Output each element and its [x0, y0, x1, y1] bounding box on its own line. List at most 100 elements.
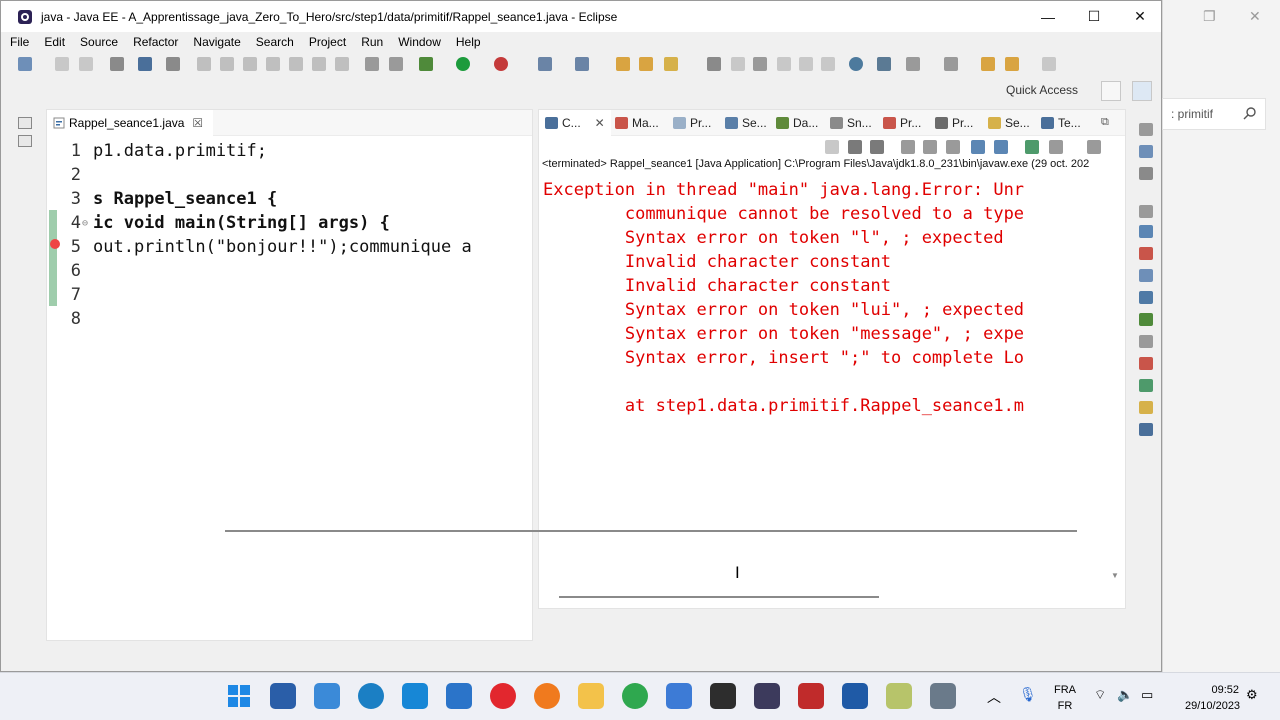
forward-icon[interactable] — [1042, 57, 1056, 71]
word-icon[interactable] — [842, 683, 868, 709]
tab-search[interactable]: Se... — [988, 110, 1030, 136]
word-wrap-icon[interactable] — [946, 140, 960, 154]
editor-tab[interactable]: Rappel_seance1.java ☒ — [47, 110, 214, 136]
external-tools-icon[interactable] — [494, 57, 508, 71]
tab-snippets[interactable]: Sn... — [830, 110, 872, 136]
problems-icon[interactable] — [1139, 357, 1153, 370]
notepad-icon[interactable] — [666, 683, 692, 709]
restore-icon[interactable] — [1139, 123, 1153, 136]
terminate-icon[interactable] — [243, 57, 257, 71]
clear-console-icon[interactable] — [901, 140, 915, 154]
scroll-down-icon[interactable]: ▼ — [1111, 571, 1119, 580]
minimize-button[interactable]: — — [1025, 1, 1071, 32]
step-into-icon[interactable] — [289, 57, 303, 71]
build-icon[interactable] — [877, 57, 891, 71]
firefox-icon[interactable] — [534, 683, 560, 709]
clock[interactable]: 09:52 29/10/2023 — [1185, 682, 1240, 714]
debug-icon[interactable] — [419, 57, 433, 71]
block-selection-icon[interactable] — [777, 57, 791, 71]
fold-icon[interactable]: ⊖ — [82, 218, 88, 229]
notes-icon[interactable] — [886, 683, 912, 709]
remove-all-launches-icon[interactable] — [870, 140, 884, 154]
mail-icon[interactable] — [446, 683, 472, 709]
restore-icon[interactable] — [18, 117, 32, 129]
mark-occurrences-icon[interactable] — [753, 57, 767, 71]
tab-data-source[interactable]: Da... — [776, 110, 818, 136]
volume-icon[interactable]: 🔈 — [1117, 687, 1133, 703]
terminal-icon[interactable] — [1139, 423, 1153, 436]
console-horizontal-scrollbar[interactable] — [559, 596, 879, 598]
console-output[interactable]: Exception in thread "main" java.lang.Err… — [543, 178, 1107, 578]
tab-progress[interactable]: Pr... — [935, 110, 973, 136]
menu-help[interactable]: Help — [456, 35, 481, 49]
tab-problems[interactable]: Pr... — [883, 110, 921, 136]
wifi-icon[interactable]: ⌔ — [1094, 687, 1106, 703]
show-on-stderr-icon[interactable] — [994, 140, 1008, 154]
windows-start-icon[interactable] — [226, 683, 252, 709]
scroll-thumb[interactable] — [225, 530, 1077, 532]
tab-console[interactable]: C... ✕ — [539, 110, 611, 136]
app-icon[interactable] — [798, 683, 824, 709]
powershell-icon[interactable] — [270, 683, 296, 709]
skip-breakpoints-icon[interactable] — [166, 57, 180, 71]
suspend-icon[interactable] — [220, 57, 234, 71]
l-app-icon[interactable] — [402, 683, 428, 709]
tray-overflow-icon[interactable]: ︿ — [987, 687, 1001, 707]
new-java-project-icon[interactable] — [538, 57, 552, 71]
file-explorer-icon[interactable] — [578, 683, 604, 709]
open-console-icon[interactable] — [1087, 140, 1101, 154]
next-annotation-icon[interactable] — [906, 57, 920, 71]
print-icon[interactable] — [110, 57, 124, 71]
tab-properties[interactable]: Pr... — [673, 110, 711, 136]
save-icon[interactable] — [55, 57, 69, 71]
show-on-stdout-icon[interactable] — [971, 140, 985, 154]
pin-icon[interactable] — [731, 57, 745, 71]
console-vertical-scrollbar[interactable]: ▼ — [1111, 180, 1121, 580]
bg-search-field[interactable]: : primitif — [1162, 98, 1266, 130]
display-console-icon[interactable] — [1049, 140, 1063, 154]
pin-console-icon[interactable] — [1025, 140, 1039, 154]
eclipse-taskbar-icon[interactable] — [754, 683, 780, 709]
view-restore-icon[interactable]: ⧉ — [1101, 116, 1109, 129]
menu-file[interactable]: File — [10, 35, 29, 49]
drop-to-frame-icon[interactable] — [365, 57, 379, 71]
restore-icon[interactable] — [1139, 205, 1153, 218]
battery-icon[interactable]: ▭ — [1141, 687, 1153, 703]
maximize-button[interactable]: ☐ — [1071, 1, 1117, 32]
menu-navigate[interactable]: Navigate — [193, 35, 240, 49]
scroll-lock-icon[interactable] — [923, 140, 937, 154]
tab-terminal[interactable]: Te... — [1041, 110, 1081, 136]
annotation-icon[interactable] — [707, 57, 721, 71]
run-icon[interactable] — [456, 57, 470, 71]
outline-icon[interactable] — [1139, 145, 1153, 158]
properties-icon[interactable] — [1139, 269, 1153, 282]
menu-edit[interactable]: Edit — [44, 35, 65, 49]
editor-horizontal-scrollbar[interactable] — [49, 523, 1109, 537]
step-return-icon[interactable] — [335, 57, 349, 71]
new-class-icon[interactable] — [575, 57, 589, 71]
globe-icon[interactable] — [849, 57, 863, 71]
chrome-icon[interactable] — [622, 683, 648, 709]
step-over-icon[interactable] — [312, 57, 326, 71]
close-tab-icon[interactable]: ✕ — [595, 116, 605, 130]
open-type-icon[interactable] — [616, 57, 630, 71]
close-tab-icon[interactable]: ☒ — [192, 116, 203, 130]
open-task-icon[interactable] — [639, 57, 653, 71]
opera-icon[interactable] — [490, 683, 516, 709]
resume-icon[interactable] — [197, 57, 211, 71]
new-icon[interactable] — [18, 57, 32, 71]
menu-refactor[interactable]: Refactor — [133, 35, 178, 49]
show-whitespace-icon[interactable] — [821, 57, 835, 71]
use-step-filters-icon[interactable] — [389, 57, 403, 71]
markers-icon[interactable] — [1139, 247, 1153, 260]
tools-icon[interactable] — [930, 683, 956, 709]
search-tool-icon[interactable] — [664, 57, 678, 71]
word-wrap-icon[interactable] — [799, 57, 813, 71]
language-indicator[interactable]: FRA FR — [1052, 682, 1078, 714]
menu-source[interactable]: Source — [80, 35, 118, 49]
prev-annotation-icon[interactable] — [944, 57, 958, 71]
progress-icon[interactable] — [1139, 379, 1153, 392]
store-icon[interactable] — [314, 683, 340, 709]
data-source-icon[interactable] — [1139, 313, 1153, 326]
terminate-icon[interactable] — [825, 140, 839, 154]
